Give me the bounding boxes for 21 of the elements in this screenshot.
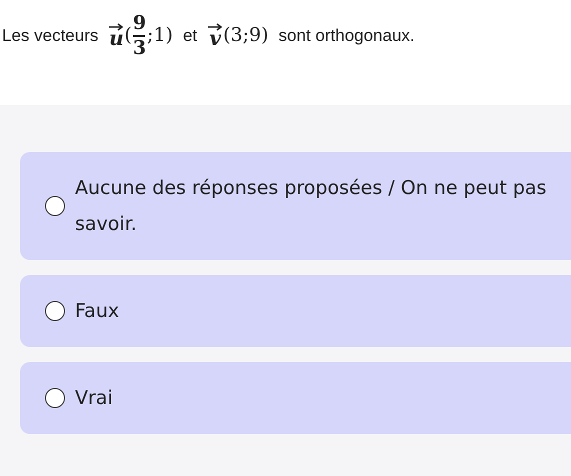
radio-button[interactable] (45, 301, 65, 321)
math-text: (3;9) (223, 23, 269, 48)
radio-button[interactable] (45, 196, 65, 216)
math-text: ;1) (147, 23, 173, 48)
fraction-numerator: 9 (132, 14, 146, 32)
vector-letter: v (209, 28, 221, 48)
statement-text: et (182, 24, 198, 47)
answer-option[interactable]: Vrai (20, 362, 571, 434)
answer-option[interactable]: Aucune des réponses proposées / On ne peut pas savoir. (20, 152, 571, 260)
option-label: Aucune des réponses proposées / On ne peut pas savoir. (75, 176, 548, 237)
vector-letter: u (109, 28, 124, 48)
math-text: ( (124, 23, 132, 48)
statement-text: sont orthogonaux. (278, 24, 415, 47)
answer-option[interactable]: Faux (20, 275, 571, 347)
fraction-denominator: 3 (132, 38, 146, 58)
vector-arrow-icon (108, 23, 124, 31)
radio-button[interactable] (45, 388, 65, 408)
option-label: Faux (75, 299, 120, 324)
statement-text: Les vecteurs (2, 24, 98, 47)
option-label: Vrai (75, 386, 113, 411)
vector-arrow-icon (207, 23, 224, 31)
